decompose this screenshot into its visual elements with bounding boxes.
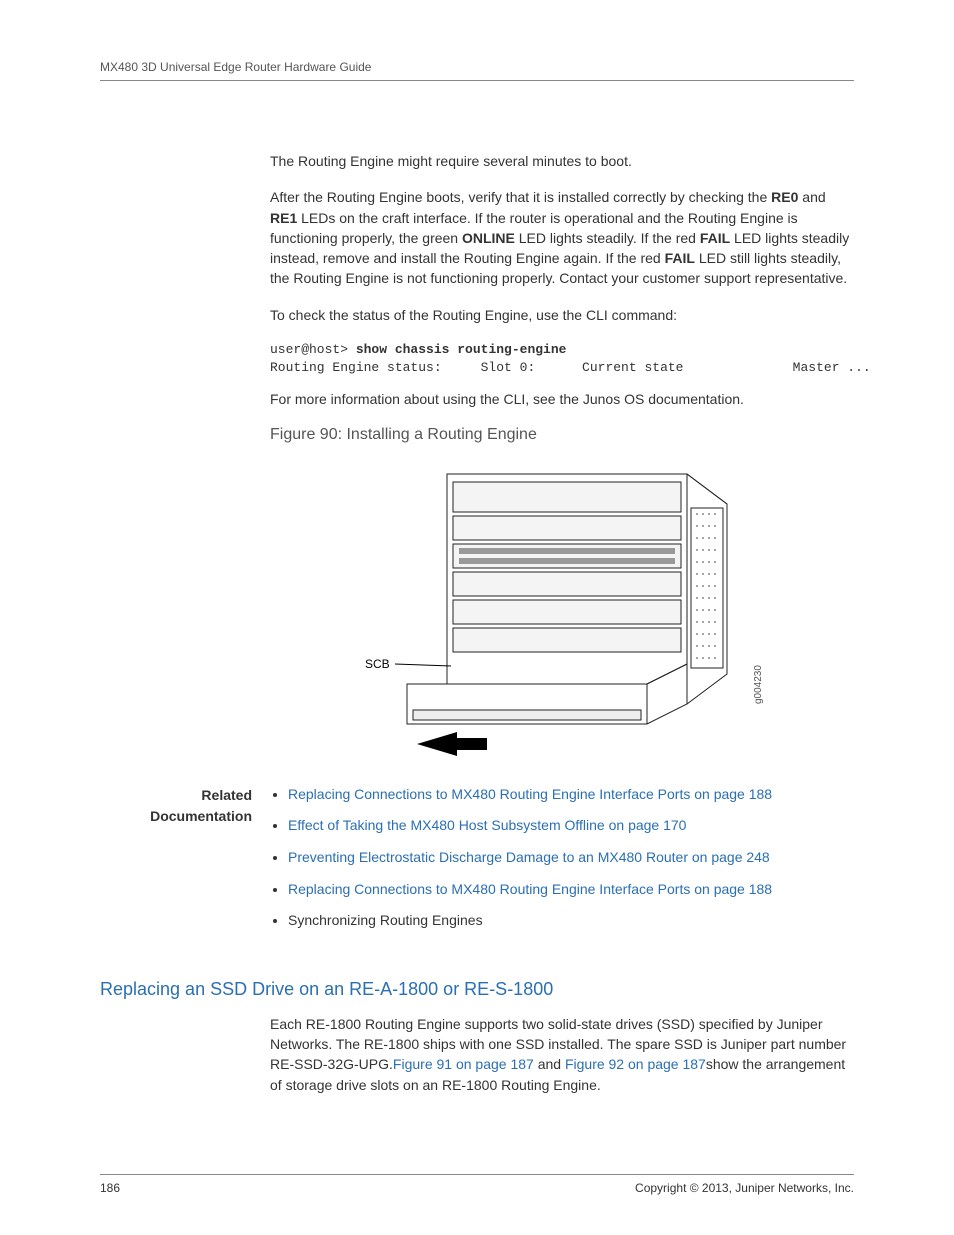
router-illustration-icon: SCB g004230 [347, 454, 777, 764]
doc-link[interactable]: Preventing Electrostatic Discharge Damag… [288, 849, 770, 865]
led-name: FAIL [700, 230, 730, 246]
related-documentation: Related Documentation Replacing Connecti… [100, 785, 854, 943]
text: After the Routing Engine boots, verify t… [270, 189, 771, 205]
list-item-text: Synchronizing Routing Engines [288, 912, 483, 928]
led-name: RE0 [771, 189, 798, 205]
cli-command: show chassis routing-engine [348, 342, 566, 357]
list-item: Effect of Taking the MX480 Host Subsyste… [288, 816, 854, 836]
body-column: Each RE-1800 Routing Engine supports two… [270, 1014, 854, 1095]
page: MX480 3D Universal Edge Router Hardware … [0, 0, 954, 1235]
list-item: Replacing Connections to MX480 Routing E… [288, 880, 854, 900]
running-head: MX480 3D Universal Edge Router Hardware … [100, 60, 854, 74]
figure-title: Figure 90: Installing a Routing Engine [270, 426, 854, 444]
led-name: RE1 [270, 210, 297, 226]
paragraph: After the Routing Engine boots, verify t… [270, 187, 854, 288]
related-label-line2: Documentation [150, 808, 252, 824]
paragraph: For more information about using the CLI… [270, 389, 854, 409]
related-label: Related Documentation [100, 785, 270, 827]
figure: SCB g004230 [270, 454, 854, 767]
text: and [534, 1056, 565, 1072]
insert-arrow-icon [417, 732, 487, 756]
page-number: 186 [100, 1181, 120, 1195]
footer: 186 Copyright © 2013, Juniper Networks, … [100, 1174, 854, 1195]
led-name: FAIL [665, 250, 695, 266]
paragraph: To check the status of the Routing Engin… [270, 305, 854, 325]
list-item: Preventing Electrostatic Discharge Damag… [288, 848, 854, 868]
text: LED lights steadily. If the red [515, 230, 700, 246]
doc-link[interactable]: Effect of Taking the MX480 Host Subsyste… [288, 817, 686, 833]
text: and [798, 189, 825, 205]
figure-link[interactable]: Figure 91 on page 187 [393, 1056, 534, 1072]
figure-link[interactable]: Figure 92 on page 187 [565, 1056, 706, 1072]
list-item: Synchronizing Routing Engines [288, 911, 854, 931]
footer-rule [100, 1174, 854, 1175]
paragraph: The Routing Engine might require several… [270, 151, 854, 171]
doc-link[interactable]: Replacing Connections to MX480 Routing E… [288, 881, 772, 897]
paragraph: Each RE-1800 Routing Engine supports two… [270, 1014, 854, 1095]
section-heading: Replacing an SSD Drive on an RE-A-1800 o… [100, 979, 854, 1000]
body-column: The Routing Engine might require several… [270, 151, 854, 767]
header-rule [100, 80, 854, 81]
figure-label-scb: SCB [365, 657, 390, 671]
copyright: Copyright © 2013, Juniper Networks, Inc. [635, 1181, 854, 1195]
cli-output: Routing Engine status: Slot 0: Current s… [270, 360, 871, 375]
cli-prompt: user@host> [270, 342, 348, 357]
related-label-line1: Related [201, 787, 252, 803]
doc-link[interactable]: Replacing Connections to MX480 Routing E… [288, 786, 772, 802]
cli-block: user@host> show chassis routing-engine R… [270, 341, 854, 377]
figure-id: g004230 [753, 664, 764, 703]
related-list: Replacing Connections to MX480 Routing E… [270, 785, 854, 943]
led-name: ONLINE [462, 230, 515, 246]
list-item: Replacing Connections to MX480 Routing E… [288, 785, 854, 805]
